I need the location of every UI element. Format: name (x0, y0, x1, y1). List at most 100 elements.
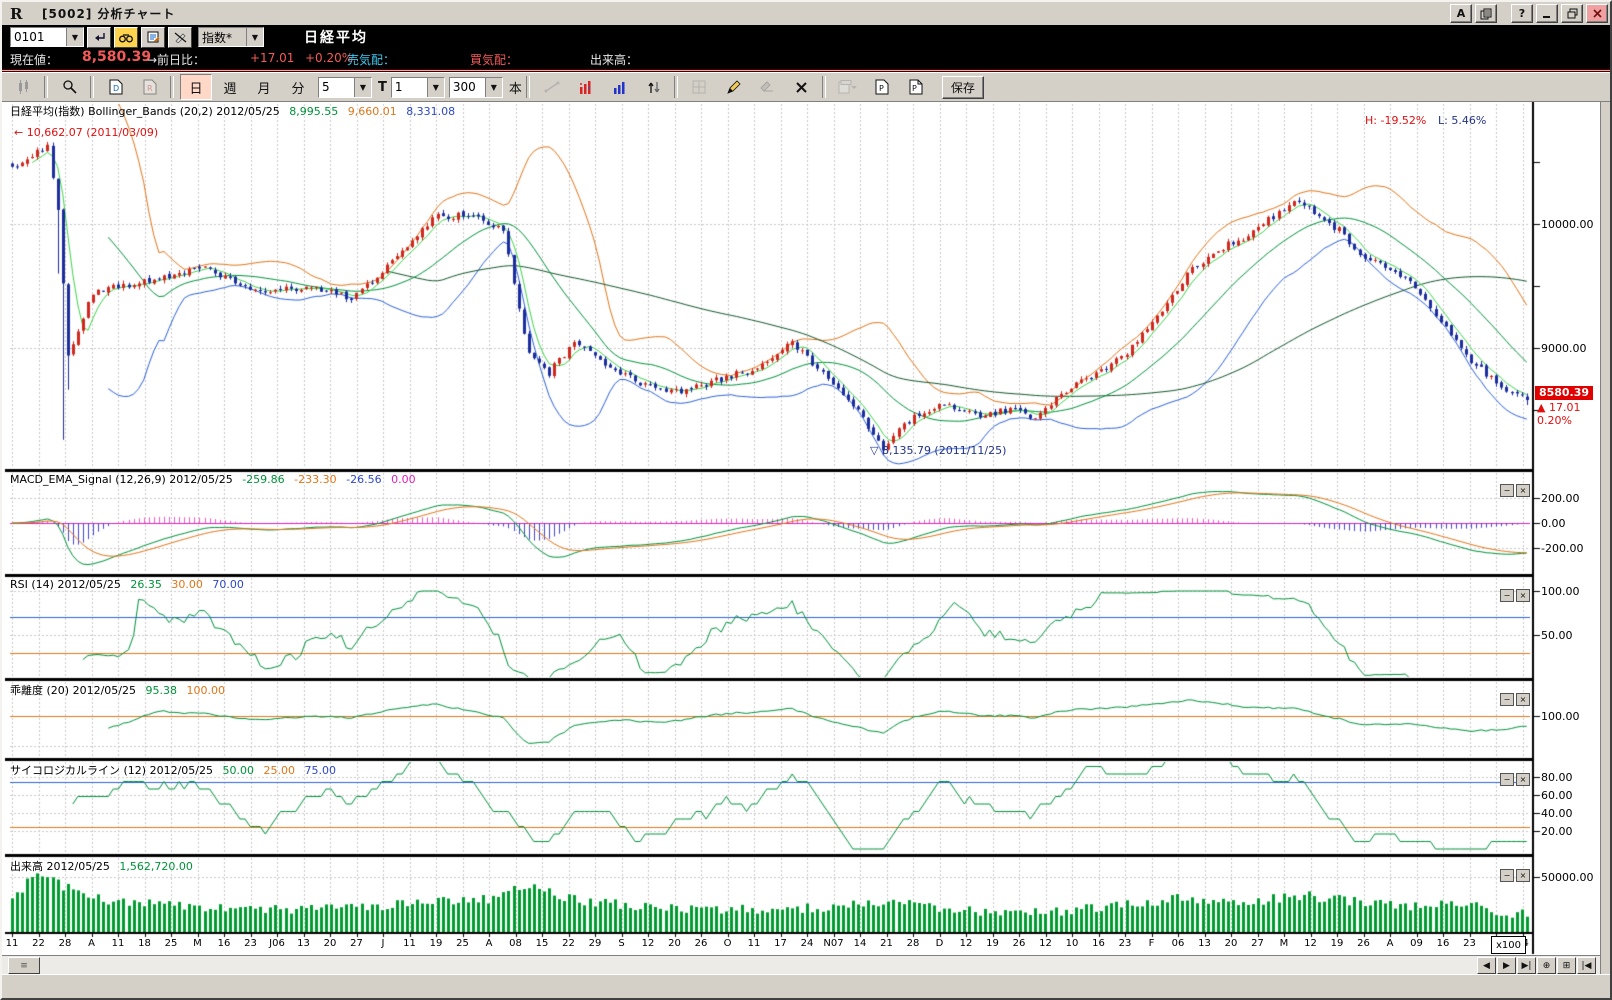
volume-label: 出来高： (590, 51, 638, 68)
interval-combobox[interactable]: 5 ▼ (318, 77, 372, 98)
rsi-value: 26.35 (130, 578, 162, 591)
x-axis-label: 21 (880, 938, 893, 949)
x-axis-label: 23 (1119, 938, 1132, 949)
analysis-chart-window: R [5002] 分析チャート A ? 0101 ▼ 指数* ▼ 日経平均 (0, 0, 1612, 1000)
chart-toolbar: D R 日 週 月 分 5 ▼ T 1 ▼ 300 ▼ 本 P P (2, 72, 1612, 102)
macd-panel-controls: −× (1500, 484, 1530, 497)
kairi-panel-header: 乖離度 (20) 2012/05/25 95.38 100.00 (10, 682, 225, 698)
macd-value: -259.86 (242, 473, 284, 486)
copy-window-icon[interactable] (1475, 4, 1497, 23)
chevron-down-icon[interactable]: ▼ (485, 78, 502, 97)
chart-nav-button-5[interactable]: |◀ (1577, 957, 1596, 974)
x-axis-label: 28 (59, 938, 72, 949)
indicator-blue-button[interactable] (604, 74, 636, 100)
save-button[interactable]: 保存 (942, 76, 984, 99)
panel-close-icon[interactable]: × (1516, 589, 1530, 602)
macd-panel-header: MACD_EMA_Signal (12,26,9) 2012/05/25 -25… (10, 473, 416, 486)
page-d-button[interactable]: D (100, 74, 132, 100)
panel-close-icon[interactable]: × (1516, 773, 1530, 786)
indicator-red-button[interactable] (570, 74, 602, 100)
bars-value: 300 (450, 80, 485, 94)
close-button[interactable] (1586, 4, 1608, 23)
x-axis-label: 22 (32, 938, 45, 949)
x-axis-label: 17 (774, 938, 787, 949)
count-combobox[interactable]: 1 ▼ (391, 77, 445, 98)
draw-pencil-button[interactable] (718, 74, 750, 100)
sort-updown-button[interactable] (638, 74, 670, 100)
period-minute-button[interactable]: 分 (282, 74, 314, 100)
help-button[interactable]: ? (1511, 4, 1533, 23)
chart-canvas[interactable] (2, 102, 1612, 955)
title-bar: R [5002] 分析チャート A ? (2, 2, 1612, 26)
panel-minimize-icon[interactable]: − (1500, 869, 1514, 882)
bars-combobox[interactable]: 300 ▼ (449, 77, 503, 98)
panel-close-icon[interactable]: × (1516, 693, 1530, 706)
memo-edit-icon[interactable] (141, 27, 165, 48)
chart-nav-button-2[interactable]: ▶| (1517, 957, 1536, 974)
volume-title: 出来高 2012/05/25 (10, 860, 110, 873)
window-title: [5002] 分析チャート (42, 5, 175, 22)
pencil-off-icon[interactable] (168, 27, 192, 48)
volume-unit-label: x100 (1491, 936, 1526, 954)
high-annotation: ← 10,662.07 (2011/03/09) (14, 126, 158, 139)
chart-nav-button-3[interactable]: ⊕ (1537, 957, 1556, 974)
period-monthly-button[interactable]: 月 (248, 74, 280, 100)
annotation-button[interactable]: A (1450, 4, 1472, 23)
axis-label: 50000.00 (1541, 871, 1594, 884)
delete-x-button[interactable] (786, 74, 818, 100)
bars-unit-label: 本 (509, 78, 522, 97)
symbol-name: 日経平均 (304, 27, 368, 47)
horizontal-scrollbar[interactable]: ≡ ◀▶▶|⊕⊞|◀ (2, 955, 1600, 975)
x-axis-label: 08 (509, 938, 522, 949)
symbol-code-combobox[interactable]: 0101 ▼ (10, 27, 84, 47)
trendline-tool-button[interactable] (536, 74, 568, 100)
eraser-button[interactable] (752, 74, 784, 100)
symbol-code: 0101 (11, 30, 66, 44)
chevron-down-icon[interactable]: ▼ (427, 78, 444, 97)
candle-style-button[interactable] (8, 74, 40, 100)
x-axis-label: 28 (907, 938, 920, 949)
chart-nav-button-0[interactable]: ◀ (1477, 957, 1496, 974)
minimize-button[interactable] (1536, 4, 1558, 23)
kairi-title: 乖離度 (20) 2012/05/25 (10, 684, 136, 697)
kairi-base-value: 100.00 (186, 684, 225, 697)
period-weekly-button[interactable]: 週 (214, 74, 246, 100)
category-combobox[interactable]: 指数* ▼ (198, 27, 264, 47)
page-r-button[interactable]: R (134, 74, 166, 100)
chevron-down-icon[interactable]: ▼ (66, 28, 83, 46)
enter-button[interactable] (87, 27, 111, 48)
copy-dropdown-button[interactable] (832, 74, 864, 100)
x-axis-label: 19 (430, 938, 443, 949)
t-label: T (378, 80, 387, 95)
scrollbar-thumb[interactable]: ≡ (8, 957, 40, 974)
axis-label: 200.00 (1541, 492, 1580, 505)
chevron-down-icon[interactable]: ▼ (246, 28, 263, 46)
restore-button[interactable] (1561, 4, 1583, 23)
chart-nav-button-4[interactable]: ⊞ (1557, 957, 1576, 974)
page-print-button[interactable]: P (900, 74, 932, 100)
x-axis-label: 12 (1039, 938, 1052, 949)
panel-close-icon[interactable]: × (1516, 869, 1530, 882)
x-axis-label: 12 (1304, 938, 1317, 949)
chart-nav-button-1[interactable]: ▶ (1497, 957, 1516, 974)
x-axis-label: 16 (1437, 938, 1450, 949)
x-axis-label: F (1149, 938, 1155, 949)
x-axis-label: 11 (748, 938, 761, 949)
axis-label: 60.00 (1541, 789, 1573, 802)
panel-minimize-icon[interactable]: − (1500, 484, 1514, 497)
period-daily-button[interactable]: 日 (180, 74, 212, 100)
zoom-tool-button[interactable] (54, 74, 86, 100)
panel-close-icon[interactable]: × (1516, 484, 1530, 497)
axis-label: 40.00 (1541, 807, 1573, 820)
search-binoculars-icon[interactable] (114, 27, 138, 48)
panel-minimize-icon[interactable]: − (1500, 773, 1514, 786)
x-axis-label: 26 (695, 938, 708, 949)
chevron-down-icon[interactable]: ▼ (354, 78, 371, 97)
rsi-panel-header: RSI (14) 2012/05/25 26.35 30.00 70.00 (10, 578, 244, 591)
grid-layout-button[interactable] (684, 74, 716, 100)
panel-minimize-icon[interactable]: − (1500, 589, 1514, 602)
page-copy-button[interactable]: P (866, 74, 898, 100)
svg-text:R: R (147, 84, 153, 93)
svg-text:D: D (113, 84, 119, 93)
panel-minimize-icon[interactable]: − (1500, 693, 1514, 706)
